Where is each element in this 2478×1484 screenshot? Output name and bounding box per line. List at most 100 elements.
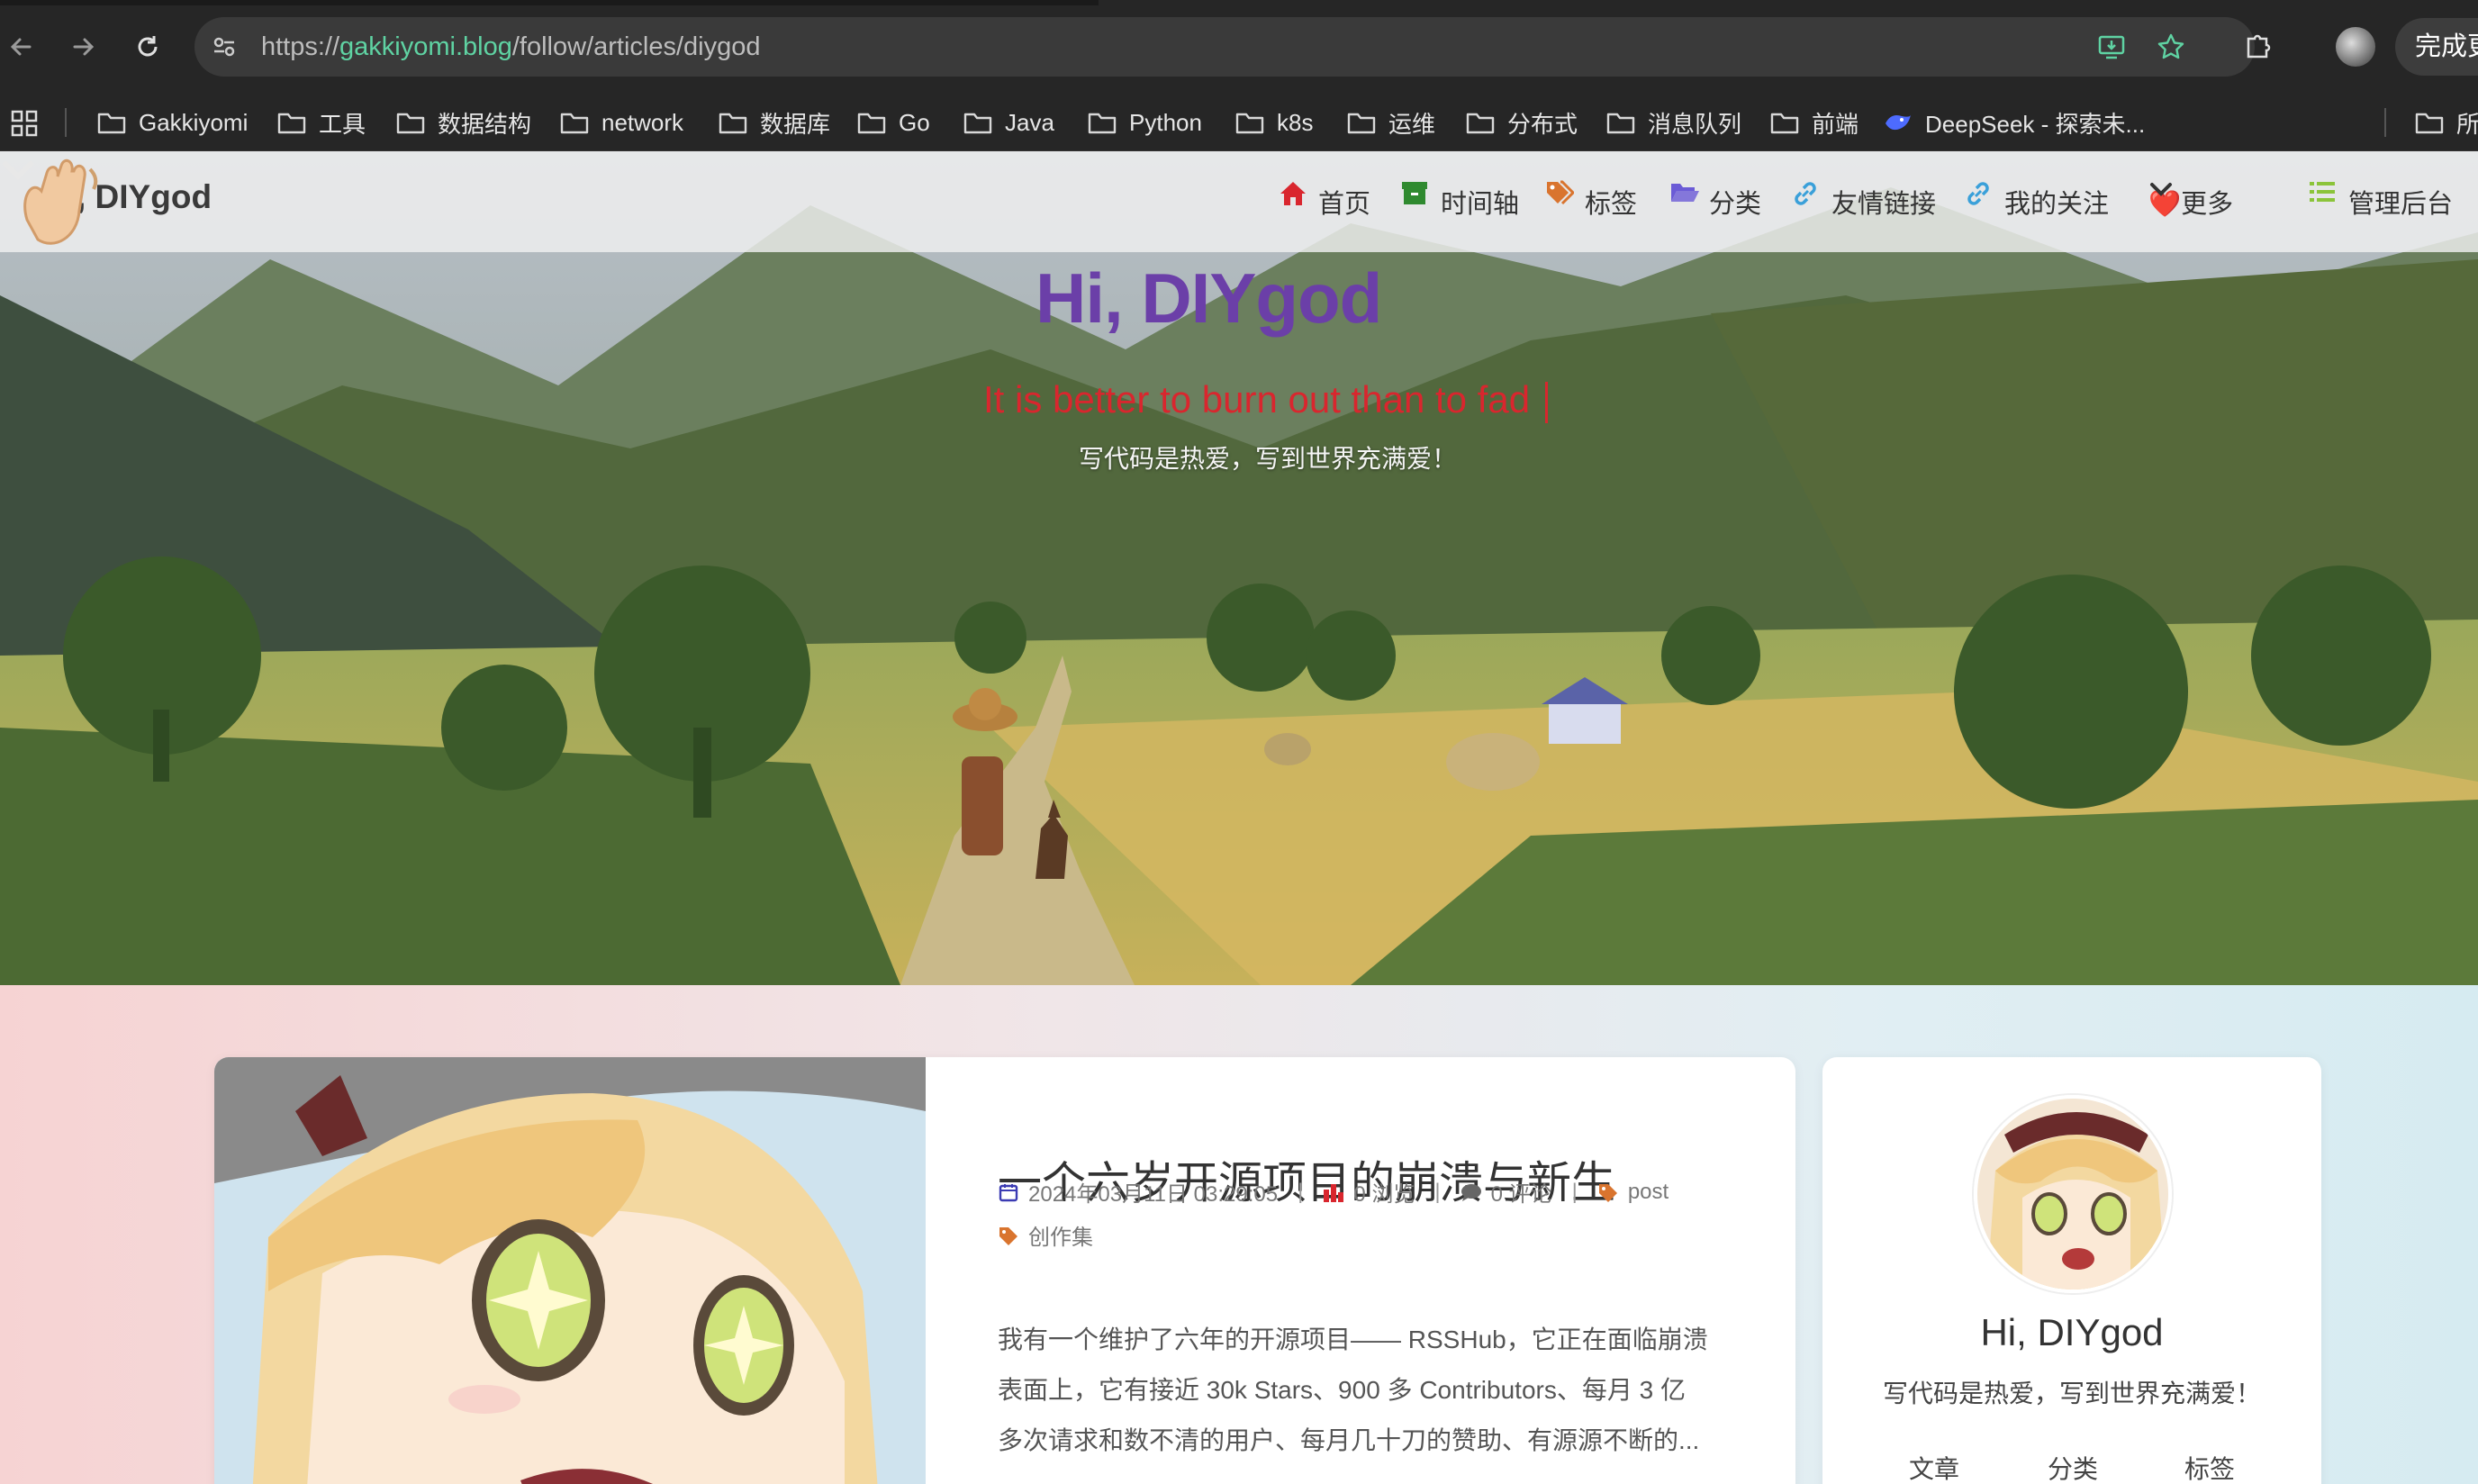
stat-articles[interactable]: 文章 — [1909, 1450, 1959, 1484]
anime-girl-illustration — [214, 1057, 926, 1484]
bookmark-label: 消息队列 — [1648, 110, 1742, 138]
extensions-button[interactable] — [2238, 25, 2278, 65]
hero-title: Hi, DIYgod — [1036, 258, 1382, 338]
browser-toolbar: https://gakkiyomi.blog/follow/articles/d… — [0, 0, 2478, 94]
bookmark-item[interactable]: 前端 — [1770, 94, 1858, 151]
nav-item[interactable]: 我的关注 — [1965, 180, 2109, 223]
arrow-right-icon — [73, 38, 95, 56]
bookmark-item[interactable]: 数据结构 — [396, 94, 531, 151]
article-excerpt: 我有一个维护了六年的开源项目—— RSSHub，它正在面临崩溃 表面上，它有接近… — [998, 1315, 1736, 1466]
chevron-down-icon[interactable] — [0, 151, 36, 187]
nav-item[interactable]: 时间轴 — [1401, 180, 1519, 223]
reload-button[interactable] — [126, 25, 169, 68]
bookmark-item[interactable]: Java — [963, 94, 1054, 151]
hero-motto: It is better to burn out than to fad — [983, 378, 1531, 421]
site-header: Hi, DIYgod 首页 时间轴 标签 分类 友情链接 我的关注 ❤️更多 管理后台 — [0, 151, 2478, 252]
article-tag[interactable]: 创作集 — [1028, 1219, 1093, 1251]
install-app-icon[interactable] — [2094, 30, 2129, 64]
nav-label: 管理后台 — [2348, 190, 2454, 219]
page-content: Hi, DIYgod 首页 时间轴 标签 分类 友情链接 我的关注 ❤️更多 管理后台 Hi,… — [0, 151, 2478, 1484]
bookmark-item[interactable]: Gakkiyomi — [97, 94, 248, 151]
article-category[interactable]: post — [1628, 1180, 1669, 1205]
meta-separator: | — [1298, 1179, 1304, 1204]
article-card[interactable]: 一个六岁开源项目的崩溃与新生 2024年03月11日 03:29:05 | 0 … — [214, 1057, 1795, 1484]
address-bar[interactable]: https://gakkiyomi.blog/follow/articles/d… — [194, 17, 2255, 77]
finish-update-button[interactable]: 完成更 — [2395, 18, 2478, 76]
profile-avatar-small[interactable] — [2336, 27, 2375, 67]
bookmark-item[interactable]: network — [560, 94, 683, 151]
bookmark-item[interactable]: Go — [857, 94, 930, 151]
excerpt-line: 表面上，它有接近 30k Stars、900 多 Contributors、每月… — [998, 1376, 1686, 1404]
forward-button[interactable] — [61, 25, 104, 68]
tags-icon — [1545, 180, 1576, 215]
bookmark-item[interactable]: 消息队列 — [1606, 94, 1741, 151]
bookmark-item[interactable]: 所 — [2415, 94, 2478, 151]
nav-item[interactable]: 友情链接 — [1792, 180, 1936, 223]
nav-label: 分类 — [1709, 190, 1762, 219]
folder-icon — [1770, 113, 1799, 134]
hero-banner: Hi, DIYgod 首页 时间轴 标签 分类 友情链接 我的关注 ❤️更多 管理后台 Hi,… — [0, 151, 2478, 985]
nav-label: 我的关注 — [2004, 190, 2110, 219]
url-path: /follow/articles/diygod — [511, 32, 761, 61]
bookmark-item[interactable]: 分布式 — [1466, 94, 1578, 151]
bookmarks-bar: Gakkiyomi 工具 数据结构 network 数据库 Go Java Python k8s… — [0, 94, 2478, 151]
folder-icon — [857, 113, 886, 134]
folder-icon — [719, 113, 747, 134]
bookmark-item[interactable]: DeepSeek - 探索未... — [1884, 94, 2145, 151]
nav-label: 时间轴 — [1441, 190, 1520, 219]
bookmark-item[interactable]: 工具 — [277, 94, 366, 151]
back-button[interactable] — [0, 25, 43, 68]
stat-tags[interactable]: 标签 — [2184, 1450, 2235, 1484]
tag-icon — [998, 1225, 1019, 1246]
bookmark-label: DeepSeek - 探索未... — [1925, 110, 2146, 138]
nav-item[interactable]: 管理后台 — [2309, 180, 2453, 223]
nav-label: 友情链接 — [1831, 190, 1937, 219]
calendar-icon — [998, 1181, 1019, 1203]
bookmark-label: 前端 — [1812, 110, 1859, 138]
bookmarks-divider — [2384, 108, 2386, 137]
bookmark-item[interactable]: k8s — [1235, 94, 1313, 151]
bookmark-label: Go — [899, 108, 930, 136]
chevron-down-icon — [2150, 183, 2276, 215]
nav-item[interactable]: ❤️更多 — [2148, 180, 2285, 223]
folder-icon — [2415, 113, 2444, 134]
bookmarks-divider — [65, 108, 67, 137]
site-settings-icon[interactable] — [207, 30, 241, 64]
list-icon — [2309, 182, 2339, 215]
puzzle-icon — [2247, 34, 2271, 59]
bookmark-label: network — [601, 108, 684, 136]
meta-separator: | — [1434, 1179, 1441, 1204]
meta-separator: | — [1571, 1179, 1578, 1204]
nav-label: 首页 — [1318, 190, 1371, 219]
profile-bio: 写代码是热爱，写到世界充满爱！ — [1882, 1380, 2261, 1407]
apps-grid-icon[interactable] — [11, 110, 38, 137]
bookmark-label: Gakkiyomi — [139, 108, 249, 136]
comment-icon — [1461, 1181, 1482, 1203]
arrow-left-icon — [10, 38, 32, 56]
bookmark-star-icon[interactable] — [2154, 30, 2188, 64]
bookmark-item[interactable]: 数据库 — [719, 94, 830, 151]
bookmark-item[interactable]: Python — [1088, 94, 1202, 151]
home-icon — [1279, 182, 1309, 215]
article-cover-image[interactable] — [214, 1057, 926, 1484]
folder-icon — [1466, 113, 1495, 134]
folder-open-icon — [1669, 184, 1700, 215]
bookmark-label: 运维 — [1388, 110, 1436, 138]
article-date: 2024年03月11日 03:29:05 — [1028, 1182, 1279, 1207]
folder-icon — [560, 113, 589, 134]
link-icon — [1965, 182, 1995, 215]
folder-icon — [1606, 113, 1635, 134]
folder-icon — [963, 113, 992, 134]
bookmark-label: 数据结构 — [438, 110, 532, 138]
nav-item[interactable]: 分类 — [1669, 180, 1761, 223]
bookmark-label: 工具 — [319, 110, 366, 138]
stat-categories[interactable]: 分类 — [2048, 1450, 2098, 1484]
profile-name: Hi, DIYgod — [1980, 1311, 2164, 1353]
deepseek-icon — [1886, 114, 1911, 131]
profile-avatar — [1974, 1095, 2172, 1293]
folder-icon — [97, 113, 126, 134]
bookmark-item[interactable]: 运维 — [1347, 94, 1435, 151]
nav-item[interactable]: 标签 — [1545, 180, 1637, 223]
nav-item[interactable]: 首页 — [1279, 180, 1370, 223]
folder-icon — [277, 113, 306, 134]
